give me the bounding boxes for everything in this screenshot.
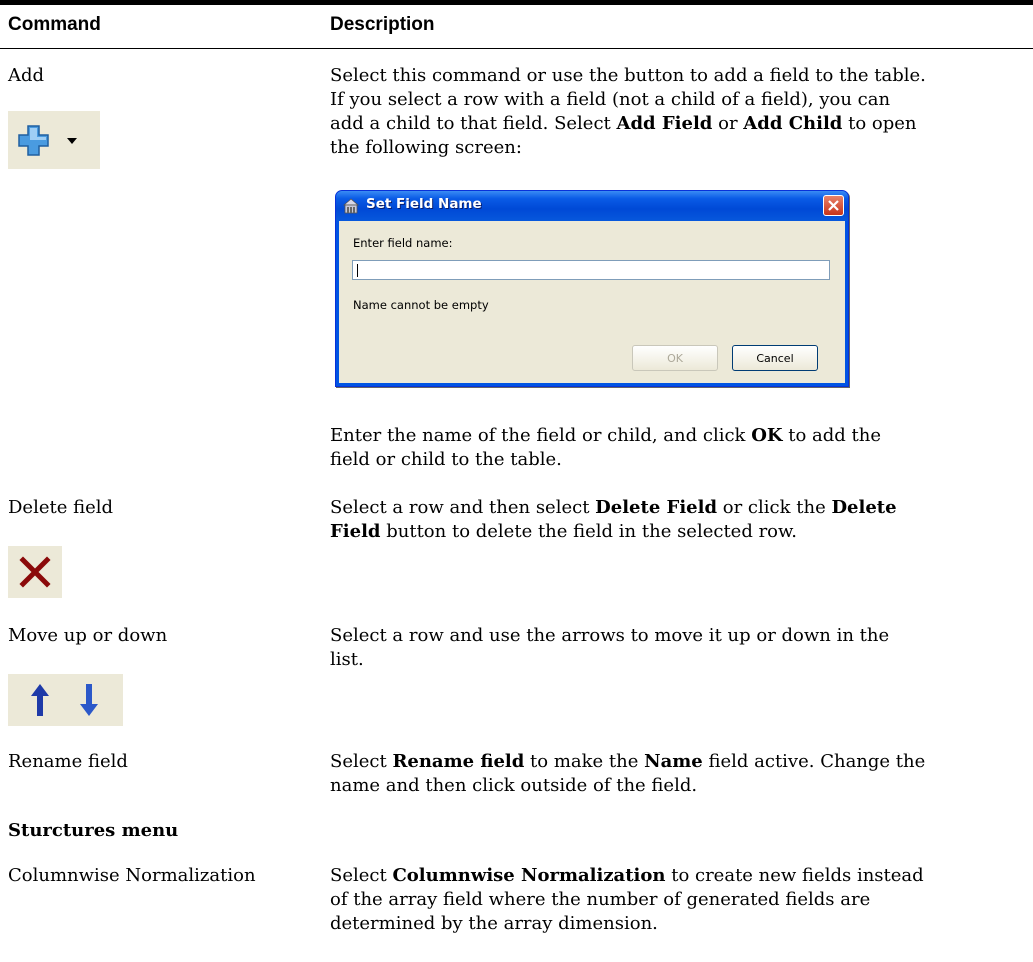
dialog-body: Enter field name: Name cannot be empty O…: [339, 221, 845, 383]
arrow-up-icon[interactable]: [30, 684, 49, 716]
ok-button[interactable]: OK: [632, 345, 718, 371]
delete-x-icon: [19, 556, 51, 588]
add-button[interactable]: [8, 111, 100, 169]
close-icon: [828, 200, 839, 211]
header-command: Command: [8, 14, 101, 35]
header-rule: [0, 48, 1033, 49]
dialog-close-button[interactable]: [823, 195, 844, 216]
table-top-rule: [0, 0, 1033, 5]
field-name-input[interactable]: [352, 260, 830, 280]
desc-add-after: Enter the name of the field or child, an…: [330, 425, 882, 470]
field-name-label: Enter field name:: [353, 236, 453, 250]
desc-add: Select this command or use the button to…: [330, 65, 926, 158]
command-move: Move up or down: [8, 625, 168, 646]
delete-field-button[interactable]: [8, 546, 62, 598]
desc-rename-field: Select Rename field to make the Name fie…: [330, 751, 926, 796]
command-rename-field: Rename field: [8, 751, 128, 772]
chevron-down-icon: [67, 138, 77, 144]
command-columnwise-normalization: Columnwise Normalization: [8, 865, 256, 886]
text-caret: [357, 264, 358, 277]
add-plus-icon: [18, 125, 77, 156]
desc-columnwise-normalization: Select Columnwise Normalization to creat…: [330, 865, 924, 934]
move-buttons: [8, 674, 123, 726]
structures-menu-heading: Sturctures menu: [8, 820, 179, 841]
dialog-titlebar: Set Field Name: [336, 191, 848, 221]
header-description: Description: [330, 14, 435, 35]
cancel-button[interactable]: Cancel: [732, 345, 818, 371]
document-page: Command Description Add Select this comm…: [0, 0, 1033, 962]
command-delete-field: Delete field: [8, 497, 114, 518]
app-icon: [342, 198, 360, 214]
dialog-title: Set Field Name: [366, 196, 482, 212]
command-add: Add: [8, 65, 45, 86]
validation-message: Name cannot be empty: [353, 298, 489, 312]
arrow-down-icon[interactable]: [79, 684, 98, 716]
set-field-name-dialog: Set Field Name Enter field name: Name ca…: [335, 190, 849, 387]
desc-delete-field: Select a row and then select Delete Fiel…: [330, 497, 897, 542]
desc-move: Select a row and use the arrows to move …: [330, 625, 890, 670]
